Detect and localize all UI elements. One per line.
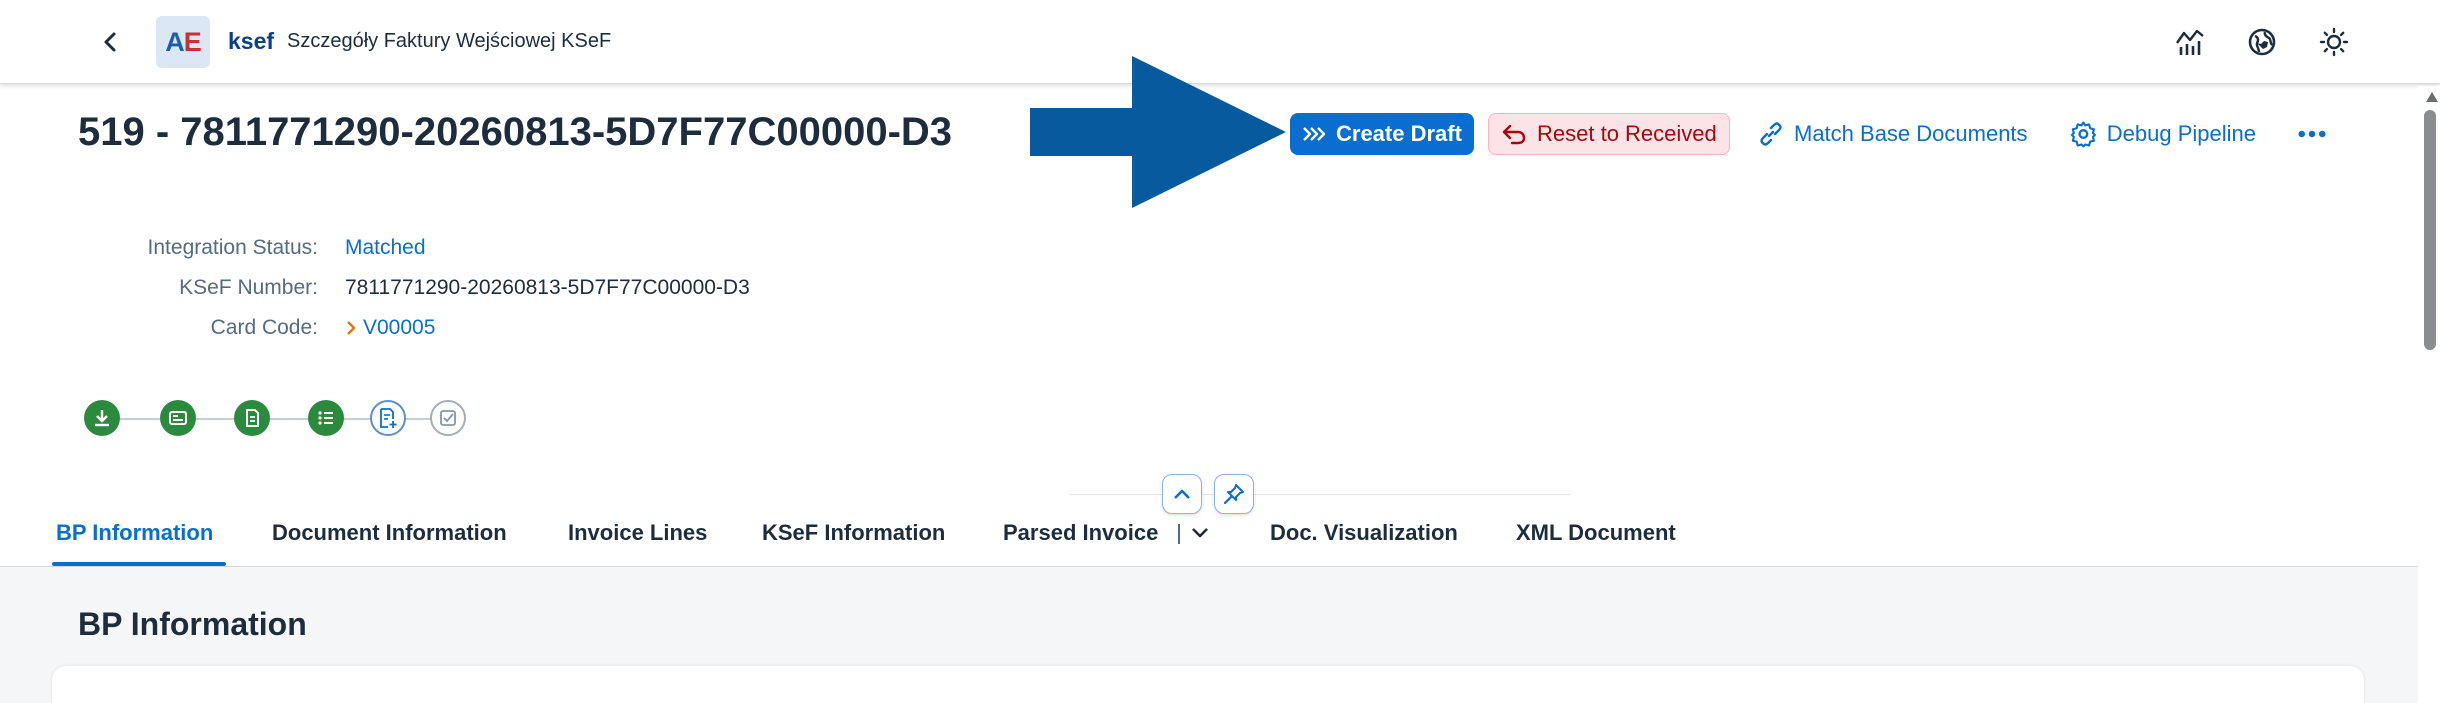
debug-pipeline-label: Debug Pipeline (2106, 121, 2256, 146)
create-draft-button[interactable]: Create Draft (1290, 113, 1474, 155)
tab-doc-visualization[interactable]: Doc. Visualization (1270, 520, 1458, 546)
download-icon (95, 410, 109, 427)
process-step-download[interactable] (84, 400, 120, 436)
debug-pipeline-button[interactable]: Debug Pipeline (2058, 113, 2268, 155)
link-icon (1760, 122, 1782, 146)
process-step-document[interactable] (234, 400, 270, 436)
globe-icon (2248, 28, 2276, 56)
tab-xml-document[interactable]: XML Document (1516, 520, 1676, 546)
reset-to-received-button[interactable]: Reset to Received (1488, 113, 1730, 155)
collapse-header-button[interactable] (1162, 474, 1202, 514)
card-code-link[interactable]: V00005 (345, 316, 435, 340)
parsed-invoice-menu-button[interactable] (1188, 520, 1212, 544)
chevron-right-icon (347, 321, 356, 335)
tab-invoice-lines[interactable]: Invoice Lines (568, 520, 707, 546)
scrollbar-thumb[interactable] (2424, 110, 2436, 350)
process-step-list[interactable] (308, 400, 344, 436)
page-title: 519 - 7811771290-20260813-5D7F77C00000-D… (78, 110, 953, 154)
sun-icon (2319, 27, 2349, 57)
list-icon (318, 411, 333, 425)
reset-to-received-label: Reset to Received (1537, 121, 1717, 146)
ksef-number-value: 7811771290-20260813-5D7F77C00000-D3 (345, 276, 750, 299)
scroll-up-icon[interactable] (2426, 92, 2438, 102)
integration-status-label: Integration Status: (147, 236, 318, 259)
tab-separator (1178, 524, 1180, 544)
match-base-documents-button[interactable]: Match Base Documents (1746, 113, 2046, 155)
id-card-icon (169, 411, 187, 425)
more-actions-button[interactable] (2286, 113, 2338, 155)
check-square-icon (440, 410, 456, 426)
tab-parsed-invoice[interactable]: Parsed Invoice (1003, 520, 1158, 546)
section-title: BP Information (78, 606, 307, 642)
annotation-arrow-icon (1030, 56, 1286, 208)
gear-icon (2070, 121, 2096, 148)
card-code-value: V00005 (363, 316, 436, 339)
integration-status-value[interactable]: Matched (345, 236, 426, 260)
create-draft-label: Create Draft (1336, 121, 1462, 146)
ksef-number-label: KSeF Number: (179, 276, 318, 299)
chevron-up-icon (1174, 489, 1190, 499)
language-button[interactable] (2244, 24, 2280, 60)
header-separator (1070, 494, 1570, 495)
undo-icon (1502, 124, 1526, 145)
app-name[interactable]: ksef (228, 28, 274, 55)
process-step-add-document[interactable] (370, 400, 406, 436)
analytics-button[interactable] (2172, 24, 2208, 60)
match-base-documents-label: Match Base Documents (1794, 121, 2028, 146)
pin-header-button[interactable] (1214, 474, 1254, 514)
tab-document-information[interactable]: Document Information (272, 520, 507, 546)
more-icon (2298, 130, 2326, 138)
theme-button[interactable] (2316, 24, 2352, 60)
document-icon (246, 409, 259, 427)
chevron-down-icon (1192, 528, 1208, 538)
card-code-label: Card Code: (210, 316, 318, 339)
tab-bp-information[interactable]: BP Information (56, 520, 213, 546)
tab-ksef-information[interactable]: KSeF Information (762, 520, 945, 546)
process-step-approval[interactable] (430, 400, 466, 436)
back-icon (104, 32, 116, 52)
back-button[interactable] (92, 24, 128, 60)
add-document-icon (380, 408, 397, 428)
double-chevron-right-icon (1303, 127, 1326, 141)
company-logo[interactable]: AE (156, 16, 210, 68)
pin-icon (1223, 484, 1244, 505)
analytics-icon (2176, 29, 2204, 55)
app-subtitle: Szczegóły Faktury Wejściowej KSeF (287, 30, 612, 52)
process-step-id-card[interactable] (160, 400, 196, 436)
section-card (52, 666, 2364, 703)
